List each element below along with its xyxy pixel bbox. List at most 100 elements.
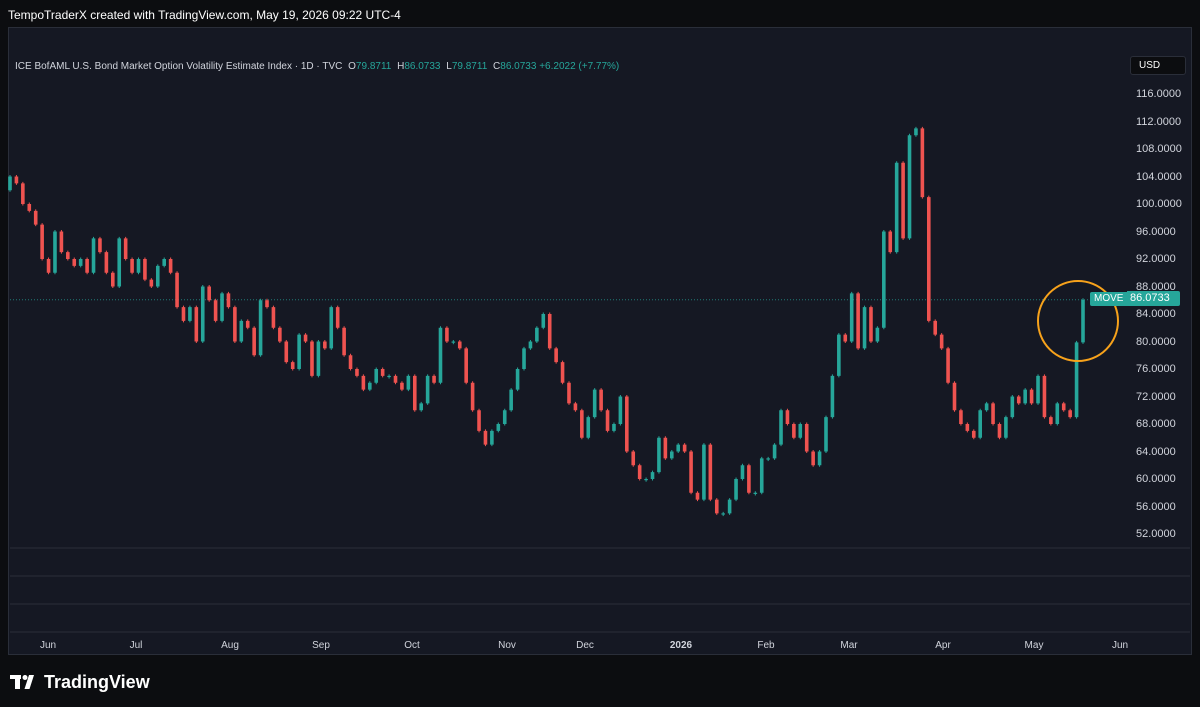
price-tick-label: 72.0000 xyxy=(1136,390,1176,403)
candle-body xyxy=(361,375,366,390)
candle-body xyxy=(573,403,578,411)
candle-body xyxy=(149,279,154,287)
candles-group xyxy=(8,126,1085,517)
candle-body xyxy=(984,403,989,411)
candle-body xyxy=(689,451,693,493)
candle-body xyxy=(721,513,725,515)
price-tick-label: 56.0000 xyxy=(1136,500,1176,513)
candle-body xyxy=(412,375,417,411)
candle-body xyxy=(586,417,591,438)
candle-body xyxy=(541,314,546,328)
candle-body xyxy=(46,259,51,273)
candle-body xyxy=(888,231,893,253)
candle-body xyxy=(759,458,764,493)
candle-body xyxy=(91,238,96,273)
candle-body xyxy=(907,135,912,239)
candle-body xyxy=(85,259,89,273)
candle-body xyxy=(798,424,803,438)
candle-body xyxy=(625,396,629,452)
candle-body xyxy=(837,334,841,376)
candle-body xyxy=(535,327,539,342)
candle-body xyxy=(310,341,314,376)
price-tick-label: 104.0000 xyxy=(1136,170,1182,183)
candle-body xyxy=(926,197,931,321)
candle-body xyxy=(252,327,256,356)
candle-body xyxy=(123,238,128,259)
candle-body xyxy=(27,204,32,211)
candle-body xyxy=(162,259,167,266)
candle-body xyxy=(348,355,353,369)
price-chart[interactable] xyxy=(0,0,1200,707)
candle-body xyxy=(136,259,141,273)
candle-body xyxy=(72,259,77,266)
candle-body xyxy=(1029,389,1034,404)
candle-body xyxy=(40,224,44,259)
candle-body xyxy=(117,238,122,287)
candle-body xyxy=(425,375,430,404)
candle-body xyxy=(637,465,642,479)
price-tick-label: 80.0000 xyxy=(1136,335,1176,348)
candle-body xyxy=(939,334,944,349)
candle-body xyxy=(554,348,558,363)
candle-body xyxy=(155,265,160,287)
candle-body xyxy=(284,341,289,363)
candle-body xyxy=(104,252,109,273)
time-tick-label: Mar xyxy=(840,640,858,651)
candle-body xyxy=(811,451,815,466)
candle-body xyxy=(682,444,687,452)
candle-body xyxy=(239,320,244,342)
candle-body xyxy=(335,307,340,328)
candle-body xyxy=(78,259,83,266)
candle-body xyxy=(978,410,982,438)
candle-body xyxy=(580,410,584,438)
candle-body xyxy=(663,437,668,459)
candle-body xyxy=(862,307,867,349)
candle-body xyxy=(451,341,456,343)
candle-body xyxy=(464,348,468,383)
candle-body xyxy=(1055,403,1060,424)
candle-body xyxy=(933,320,938,335)
candle-body xyxy=(856,293,860,349)
candle-body xyxy=(727,499,732,514)
candle-body xyxy=(714,499,719,514)
candle-body xyxy=(98,238,102,253)
candle-body xyxy=(1061,403,1066,411)
candle-body xyxy=(547,314,552,349)
candle-body xyxy=(740,465,745,479)
candle-body xyxy=(605,410,610,431)
candle-body xyxy=(432,375,436,383)
candle-body xyxy=(438,327,443,383)
candle-body xyxy=(695,492,700,500)
candle-body xyxy=(817,451,822,466)
candle-body xyxy=(920,128,925,198)
candle-body xyxy=(612,424,616,431)
candle-body xyxy=(502,410,507,424)
candle-body xyxy=(457,341,462,349)
candle-body xyxy=(168,259,173,273)
time-tick-label: Sep xyxy=(312,640,330,651)
candle-body xyxy=(779,410,783,445)
candle-body xyxy=(387,375,391,378)
candle-body xyxy=(496,424,501,431)
candle-body xyxy=(830,375,835,418)
candle-body xyxy=(188,307,192,321)
candle-body xyxy=(894,162,899,253)
candle-body xyxy=(734,479,738,500)
candle-body xyxy=(194,307,199,342)
candle-body xyxy=(644,479,648,481)
candle-body xyxy=(143,259,147,280)
candle-body xyxy=(997,424,1002,438)
candle-body xyxy=(875,327,880,342)
candle-body xyxy=(59,231,64,253)
price-tick-label: 96.0000 xyxy=(1136,225,1176,238)
candle-body xyxy=(226,293,231,308)
candle-body xyxy=(213,300,218,321)
price-tick-label: 64.0000 xyxy=(1136,445,1176,458)
candle-body xyxy=(470,382,475,411)
candle-body xyxy=(650,472,655,479)
time-tick-label: Nov xyxy=(498,640,516,651)
time-tick-label: May xyxy=(1024,640,1044,651)
candle-body xyxy=(1081,299,1085,343)
time-tick-label: 2026 xyxy=(669,640,693,651)
candle-body xyxy=(702,444,706,500)
